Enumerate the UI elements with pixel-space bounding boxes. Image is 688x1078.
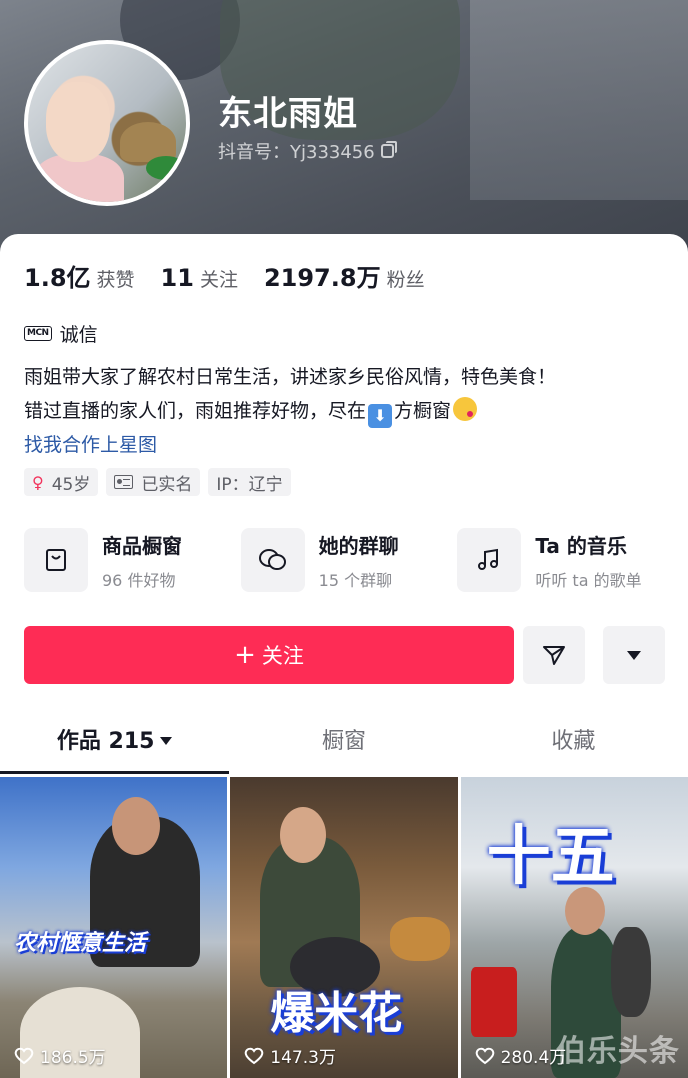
feature-subtitle: 96 件好物 (102, 570, 176, 590)
stat-value: 1.8亿 (24, 264, 91, 292)
likes-count: 186.5万 (40, 1048, 106, 1068)
tab-label: 作品 215 (56, 729, 155, 754)
music-note-icon (457, 528, 522, 592)
feature-title: 她的群聊 (318, 533, 399, 558)
plus-icon: + (234, 640, 256, 670)
stat-label: 粉丝 (386, 269, 425, 291)
bio-line-2-start: 错过直播的家人们，雨姐推荐好物，尽在 (24, 400, 367, 422)
caret-down-icon (160, 737, 173, 745)
profile-card: 1.8亿 获赞 11 关注 2197.8万 粉丝 MCN 诚信 雨姐带大家了解农… (0, 234, 688, 1078)
feature-shop-window[interactable]: 商品橱窗 96 件好物 (24, 528, 241, 592)
tag-verified-label: 已实名 (141, 474, 193, 495)
heart-icon (14, 1047, 34, 1064)
female-icon: ♀ (32, 472, 44, 492)
shopping-bag-icon (24, 528, 88, 592)
feature-subtitle: 15 个群聊 (318, 570, 393, 590)
heart-icon (475, 1047, 494, 1064)
profile-tags: ♀ 45岁 已实名 IP：辽宁 (24, 468, 291, 496)
douyin-id[interactable]: 抖音号：Yj333456 (218, 138, 397, 164)
video-overlay-text: 农村惬意生活 (14, 930, 147, 956)
stat-value: 2197.8万 (263, 264, 381, 292)
follow-label: 关注 (261, 644, 304, 668)
video-thumbnail[interactable]: 爆米花 147.3万 (230, 777, 458, 1078)
send-message-button[interactable] (523, 626, 585, 684)
video-overlay-text: 爆米花 (270, 988, 403, 1039)
mcn-badge[interactable]: MCN 诚信 (24, 320, 98, 347)
follow-button[interactable]: + 关注 (24, 626, 514, 684)
tab-label: 橱窗 (321, 729, 366, 754)
video-overlay-text: 十五 (486, 819, 615, 894)
more-options-button[interactable] (603, 626, 665, 684)
kiss-emoji-icon (453, 397, 478, 421)
tab-favorites[interactable]: 收藏 (459, 720, 688, 774)
video-grid: 农村惬意生活 186.5万 爆米花 147.3万 十五 280.4万 伯乐头条 (0, 777, 688, 1078)
tab-label: 收藏 (551, 729, 596, 754)
feature-music[interactable]: Ta 的音乐 听听 ta 的歌单 (457, 528, 674, 592)
tag-age-label: 45岁 (51, 474, 91, 495)
stats-row: 1.8亿 获赞 11 关注 2197.8万 粉丝 (24, 258, 425, 293)
watermark: 伯乐头条 (555, 1034, 680, 1069)
stat-likes[interactable]: 1.8亿 获赞 (24, 258, 135, 293)
bio-line-2-end: 方橱窗 (394, 400, 452, 422)
tag-verified: 已实名 (106, 468, 201, 496)
tab-works[interactable]: 作品 215 (0, 720, 230, 774)
feature-group-chat[interactable]: 她的群聊 15 个群聊 (240, 528, 458, 592)
video-likes: 280.4万 (475, 1043, 566, 1068)
bio-line-2: 错过直播的家人们，雨姐推荐好物，尽在 ⬇ 方橱窗 (24, 394, 674, 428)
stat-label: 关注 (199, 269, 238, 291)
chevron-down-icon (627, 650, 641, 660)
stat-value: 11 (160, 264, 194, 292)
mcn-icon: MCN (24, 326, 52, 341)
stat-following[interactable]: 11 关注 (161, 264, 238, 292)
feature-title: Ta 的音乐 (535, 533, 627, 558)
id-card-icon (114, 475, 134, 489)
chat-bubbles-icon (240, 528, 305, 592)
stat-label: 获赞 (96, 269, 135, 291)
video-thumbnail[interactable]: 农村惬意生活 186.5万 (0, 777, 228, 1078)
douyin-id-text: 抖音号：Yj333456 (218, 142, 375, 163)
feature-row: 商品橱窗 96 件好物 她的群聊 15 个群聊 Ta 的音乐 听听 ta 的歌单 (24, 528, 674, 592)
tab-shop[interactable]: 橱窗 (229, 720, 458, 774)
stat-followers[interactable]: 2197.8万 粉丝 (264, 258, 425, 293)
down-arrow-emoji-icon: ⬇ (368, 404, 393, 428)
tag-ip-label: IP：辽宁 (216, 474, 283, 495)
tag-age: ♀ 45岁 (24, 468, 99, 496)
bio-line-1: 雨姐带大家了解农村日常生活，讲述家乡民俗风情，特色美食！ (24, 366, 557, 388)
tag-ip: IP：辽宁 (208, 468, 291, 496)
heart-icon (245, 1047, 264, 1064)
feature-title: 商品橱窗 (102, 533, 182, 558)
copy-icon[interactable] (380, 141, 397, 158)
video-likes: 147.3万 (244, 1043, 336, 1068)
video-thumbnail[interactable]: 十五 280.4万 伯乐头条 (460, 777, 688, 1078)
feature-subtitle: 听听 ta 的歌单 (535, 570, 642, 590)
profile-name: 东北雨姐 (218, 94, 358, 134)
bio-link[interactable]: 找我合作上星图 (24, 430, 157, 457)
content-tabs: 作品 215 橱窗 收藏 (0, 720, 688, 774)
avatar[interactable] (24, 40, 190, 206)
bio: 雨姐带大家了解农村日常生活，讲述家乡民俗风情，特色美食！ 错过直播的家人们，雨姐… (24, 360, 674, 428)
mcn-label: 诚信 (59, 324, 98, 346)
likes-count: 147.3万 (270, 1048, 336, 1068)
send-icon (543, 646, 565, 665)
video-likes: 186.5万 (14, 1043, 106, 1068)
